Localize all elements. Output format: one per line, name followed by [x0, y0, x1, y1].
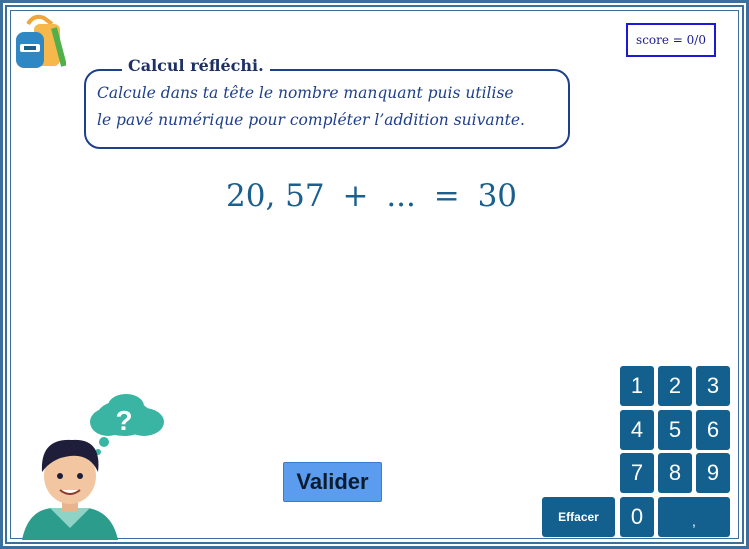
- instructions-line-1: Calcule dans ta tête le nombre manquant …: [97, 84, 514, 102]
- keypad-key-8[interactable]: 8: [658, 453, 692, 493]
- backpack-icon: [16, 14, 66, 68]
- keypad-key-5[interactable]: 5: [658, 410, 692, 450]
- equation-equals: =: [433, 178, 460, 214]
- equation-missing: ...: [386, 178, 416, 214]
- equation-operator: +: [342, 178, 369, 214]
- validate-button[interactable]: Valider: [283, 462, 382, 502]
- keypad-key-6[interactable]: 6: [696, 410, 730, 450]
- equation-result: 30: [477, 178, 518, 214]
- keypad-key-4[interactable]: 4: [620, 410, 654, 450]
- keypad-key-1[interactable]: 1: [620, 366, 654, 406]
- equation: 20, 57 + ... = 30: [226, 178, 525, 214]
- boy-avatar-icon: [22, 439, 118, 540]
- keypad-key-7[interactable]: 7: [620, 453, 654, 493]
- instructions-line-2: le pavé numérique pour compléter l’addit…: [97, 111, 525, 129]
- instructions-text: Calcule dans ta tête le nombre manquant …: [97, 80, 567, 134]
- score-display: score = 0/0: [626, 23, 716, 57]
- keypad-key-comma[interactable]: ,: [658, 497, 730, 537]
- instructions-title: Calcul réfléchi.: [122, 56, 270, 75]
- keypad-key-2[interactable]: 2: [658, 366, 692, 406]
- clear-button[interactable]: Effacer: [542, 497, 615, 537]
- keypad-key-0[interactable]: 0: [620, 497, 654, 537]
- keypad-key-3[interactable]: 3: [696, 366, 730, 406]
- equation-left-operand: 20, 57: [226, 178, 325, 214]
- keypad-key-9[interactable]: 9: [696, 453, 730, 493]
